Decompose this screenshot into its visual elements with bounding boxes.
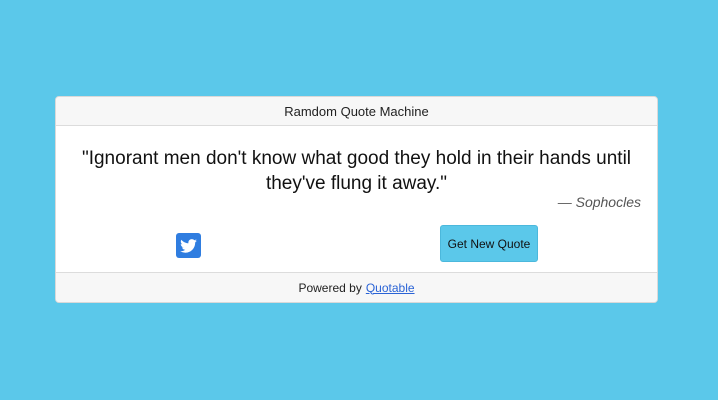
card-body: "Ignorant men don't know what good they … [56,126,657,273]
quote-card: Ramdom Quote Machine "Ignorant men don't… [55,96,658,303]
quote-author: — Sophocles [557,194,641,210]
quotable-link[interactable]: Quotable [366,281,415,295]
app-title: Ramdom Quote Machine [284,103,429,119]
twitter-icon [180,238,197,253]
card-header: Ramdom Quote Machine [56,97,657,126]
quote-text: "Ignorant men don't know what good they … [81,148,632,194]
new-quote-button[interactable]: Get New Quote [440,225,538,262]
tweet-quote-link[interactable] [176,233,201,258]
card-footer: Powered by Quotable [56,272,657,302]
powered-by-text: Powered by [298,280,362,295]
